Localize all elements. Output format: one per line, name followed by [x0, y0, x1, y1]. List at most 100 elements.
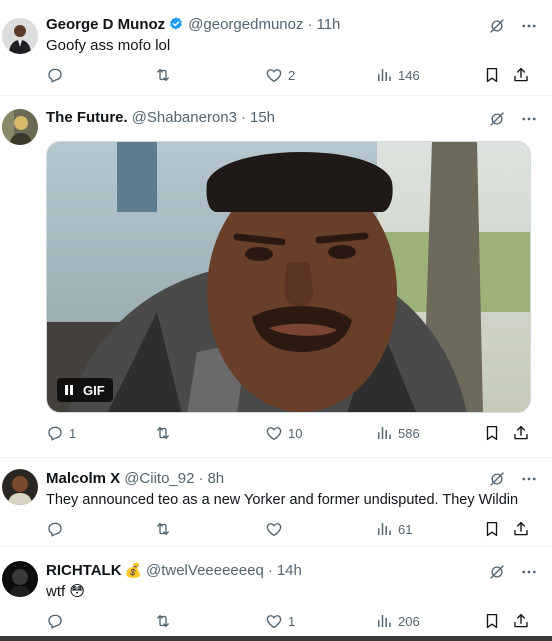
like-count: 10 — [288, 425, 303, 441]
gif-image — [47, 142, 530, 412]
verified-badge-icon — [168, 16, 184, 32]
tweet-actions: 2 146 — [46, 66, 536, 86]
avatar[interactable] — [2, 469, 38, 505]
retweet-icon — [154, 612, 172, 630]
tweet-text: wtf 😳 — [46, 583, 85, 600]
bookmark-icon — [483, 520, 501, 538]
grok-icon[interactable] — [488, 110, 506, 128]
share-button[interactable] — [512, 424, 530, 442]
bookmark-icon — [483, 612, 501, 630]
like-count: 2 — [288, 67, 296, 83]
more-icon[interactable] — [520, 17, 538, 35]
separator-dot: · — [240, 108, 246, 126]
like-button[interactable]: 2 — [265, 66, 295, 84]
heart-icon — [265, 612, 283, 630]
avatar[interactable] — [2, 561, 38, 597]
retweet-icon — [154, 520, 172, 538]
like-button[interactable]: 10 — [265, 424, 302, 442]
views-icon — [375, 612, 393, 630]
reply-button[interactable] — [46, 520, 69, 538]
share-button[interactable] — [512, 612, 530, 630]
user-name[interactable]: Malcolm X — [46, 470, 120, 487]
user-handle[interactable]: @twelVeeeeeeeq — [146, 562, 264, 579]
grok-icon[interactable] — [488, 563, 506, 581]
grok-icon[interactable] — [488, 17, 506, 35]
user-name[interactable]: RICHTALK — [46, 562, 122, 579]
tweet-text: Goofy ass mofo lol — [46, 37, 171, 54]
view-count: 206 — [398, 613, 420, 629]
share-icon — [512, 520, 530, 538]
bookmark-button[interactable] — [483, 424, 501, 442]
retweet-icon — [154, 66, 172, 84]
reply-icon — [46, 424, 64, 442]
share-icon — [512, 612, 530, 630]
grok-icon[interactable] — [488, 470, 506, 488]
more-icon[interactable] — [520, 470, 538, 488]
view-count: 586 — [398, 425, 420, 441]
view-count: 61 — [398, 521, 413, 537]
views-button[interactable]: 206 — [375, 612, 420, 630]
retweet-icon — [154, 424, 172, 442]
reply-button[interactable]: 1 — [46, 424, 76, 442]
user-handle[interactable]: @Ciito_92 — [124, 470, 194, 487]
avatar[interactable] — [2, 18, 38, 54]
share-button[interactable] — [512, 520, 530, 538]
heart-icon — [265, 66, 283, 84]
reply-button[interactable] — [46, 612, 69, 630]
user-handle[interactable]: @Shabaneron3 — [132, 109, 237, 126]
like-count: 1 — [288, 613, 296, 629]
retweet-button[interactable] — [154, 66, 177, 84]
reply-icon — [46, 66, 64, 84]
reply-icon — [46, 612, 64, 630]
separator-dot: · — [198, 469, 204, 487]
separator-dot: · — [267, 561, 273, 579]
timestamp[interactable]: 14h — [277, 562, 302, 579]
timestamp[interactable]: 11h — [316, 16, 340, 33]
share-icon — [512, 424, 530, 442]
more-icon[interactable] — [520, 563, 538, 581]
bookmark-icon — [483, 424, 501, 442]
tweet-2[interactable]: The Future. @Shabaneron3 · 15h GIF 1 10 … — [0, 97, 552, 458]
timestamp[interactable]: 8h — [207, 470, 224, 487]
pause-icon[interactable] — [65, 385, 75, 395]
tweet-actions: 1 10 586 — [46, 424, 536, 444]
retweet-button[interactable] — [154, 612, 177, 630]
like-button[interactable] — [265, 520, 288, 538]
retweet-button[interactable] — [154, 424, 177, 442]
share-icon — [512, 66, 530, 84]
heart-icon — [265, 424, 283, 442]
bookmark-button[interactable] — [483, 520, 501, 538]
user-handle[interactable]: @georgedmunoz — [188, 16, 303, 33]
views-icon — [375, 520, 393, 538]
views-button[interactable]: 586 — [375, 424, 420, 442]
tweet-actions: 1 206 — [46, 612, 536, 632]
reply-icon — [46, 520, 64, 538]
money-bag-emoji: 💰 — [124, 561, 142, 578]
gif-label: GIF — [83, 382, 105, 398]
bookmark-icon — [483, 66, 501, 84]
views-button[interactable]: 61 — [375, 520, 412, 538]
like-button[interactable]: 1 — [265, 612, 295, 630]
gif-controls[interactable]: GIF — [57, 378, 113, 402]
avatar[interactable] — [2, 109, 38, 145]
tweet-1[interactable]: George D Munoz @georgedmunoz · 11h Goofy… — [0, 0, 552, 96]
reply-button[interactable] — [46, 66, 69, 84]
heart-icon — [265, 520, 283, 538]
tweet-3[interactable]: Malcolm X @Ciito_92 · 8h They announced … — [0, 459, 552, 547]
views-icon — [375, 66, 393, 84]
view-count: 146 — [398, 67, 420, 83]
reply-count: 1 — [69, 425, 77, 441]
tweet-4[interactable]: RICHTALK 💰 @twelVeeeeeeeq · 14h wtf 😳 1 … — [0, 548, 552, 636]
share-button[interactable] — [512, 66, 530, 84]
bookmark-button[interactable] — [483, 612, 501, 630]
views-icon — [375, 424, 393, 442]
separator-dot: · — [307, 15, 313, 33]
more-icon[interactable] — [520, 110, 538, 128]
bookmark-button[interactable] — [483, 66, 501, 84]
user-name[interactable]: George D Munoz — [46, 16, 165, 33]
timestamp[interactable]: 15h — [250, 109, 275, 126]
views-button[interactable]: 146 — [375, 66, 420, 84]
gif-media[interactable]: GIF — [46, 141, 531, 413]
retweet-button[interactable] — [154, 520, 177, 538]
user-name[interactable]: The Future. — [46, 109, 128, 126]
